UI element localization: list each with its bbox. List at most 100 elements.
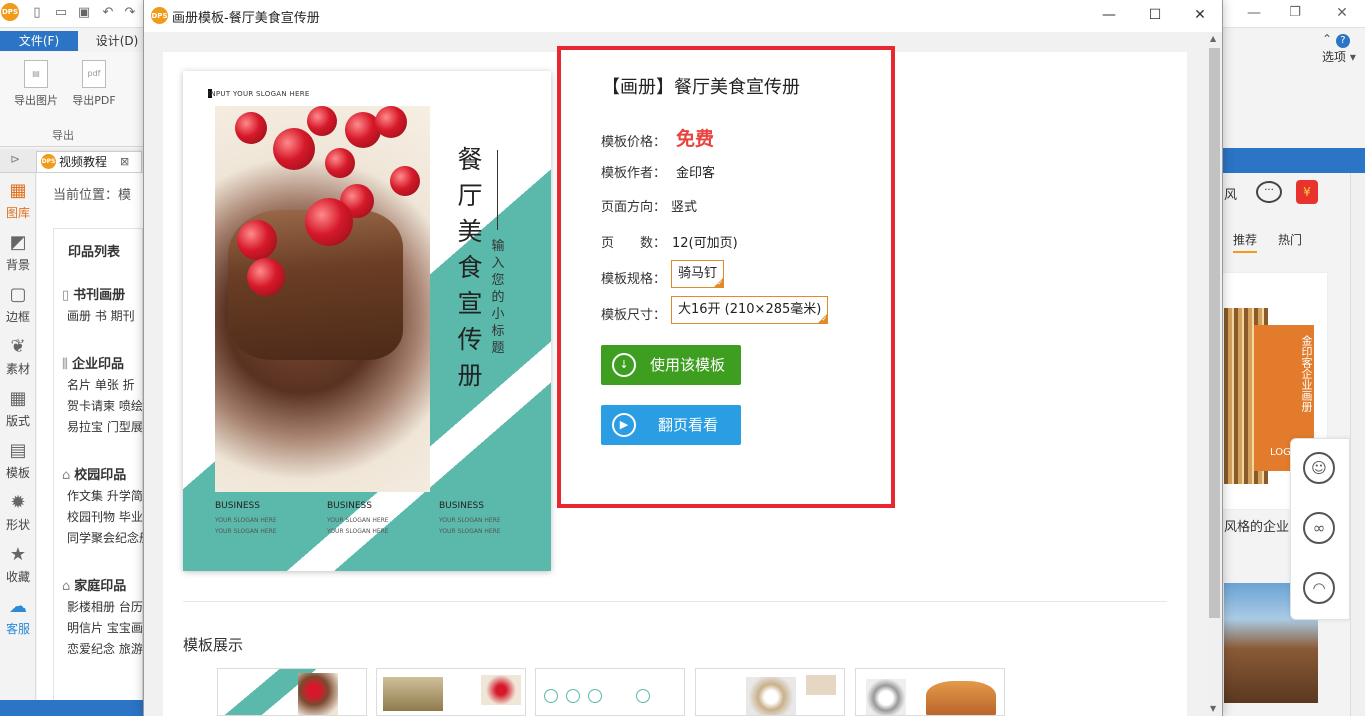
options-label: 选项 xyxy=(1322,50,1347,64)
business-title: BUSINESS xyxy=(439,501,484,511)
category-links[interactable]: 作文集 升学简 xyxy=(67,486,143,507)
tab-video-tutorial[interactable]: DPS 视频教程 ⊠ xyxy=(36,151,142,172)
category-links[interactable]: 同学聚会纪念册 xyxy=(67,528,143,549)
category-heading[interactable]: ⌂ 校园印品 xyxy=(62,464,126,483)
thumbnail-caption: 风格的企业 xyxy=(1224,520,1290,535)
showcase-page-2[interactable] xyxy=(376,668,526,716)
help-icon[interactable]: ? xyxy=(1335,34,1350,48)
business-line: YOUR SLOGAN HERE xyxy=(439,528,501,535)
options-menu[interactable]: ⌃ ? 选项 ▾ xyxy=(1322,32,1365,65)
menu-design[interactable]: 设计(D) xyxy=(86,31,148,51)
tab-hot[interactable]: 热门 xyxy=(1278,231,1302,248)
undo-icon[interactable]: ↶ xyxy=(99,4,117,22)
export-pdf-label: 导出PDF xyxy=(72,94,116,107)
export-pdf-button[interactable]: pdf 导出PDF xyxy=(66,60,122,112)
headset-icon[interactable]: ◠ xyxy=(1303,572,1335,604)
scroll-up-icon[interactable]: ▲ xyxy=(1210,34,1216,43)
nav-item-label: 图库 xyxy=(5,206,30,220)
size-option[interactable]: 大16开 (210×285毫米) ✓ xyxy=(671,296,829,324)
business-line: YOUR SLOGAN HERE xyxy=(215,517,277,524)
nav-item-label: 素材 xyxy=(5,362,30,376)
nav-item-template[interactable]: ▤ 模板 xyxy=(0,436,36,488)
nav-item-gallery[interactable]: ▦ 图库 xyxy=(0,176,36,228)
category-heading[interactable]: ▯ 书刊画册 xyxy=(62,284,125,303)
menu-file[interactable]: 文件(F) xyxy=(0,31,78,51)
business-block-1: BUSINESS YOUR SLOGAN HERE YOUR SLOGAN HE… xyxy=(215,499,277,537)
category-links[interactable]: 画册 书 期刊 xyxy=(67,306,143,327)
category-links[interactable]: 易拉宝 门型展 xyxy=(67,417,143,438)
panel-toggle-icon[interactable]: ⊳ xyxy=(10,152,20,166)
right-scrollbar[interactable] xyxy=(1350,173,1365,716)
maximize-button[interactable]: ☐ xyxy=(1132,0,1178,30)
collapse-icon[interactable]: ⌃ xyxy=(1322,32,1332,46)
dialog-title: 画册模板-餐厅美食宣传册 xyxy=(172,11,320,26)
category-links[interactable]: 名片 单张 折 xyxy=(67,375,143,396)
wechat-icon[interactable]: ∞ xyxy=(1303,512,1335,544)
size-value: 大16开 (210×285毫米) xyxy=(678,302,822,317)
scrollbar-thumb[interactable] xyxy=(1209,48,1220,618)
pages-value: 12(可加页) xyxy=(672,236,738,251)
showcase-page-3[interactable] xyxy=(535,668,685,716)
nav-item-label: 客服 xyxy=(5,622,30,636)
nav-item-label: 边框 xyxy=(5,310,30,324)
category-title: 书刊画册 xyxy=(73,288,126,303)
open-folder-icon[interactable]: ▭ xyxy=(52,4,70,22)
showcase-page-5[interactable] xyxy=(855,668,1005,716)
nav-item-border[interactable]: ▢ 边框 xyxy=(0,280,36,332)
tab-recommend[interactable]: 推荐 xyxy=(1233,231,1258,253)
minimize-button[interactable]: — xyxy=(1086,0,1132,30)
redo-icon[interactable]: ↷ xyxy=(121,4,139,22)
restore-bg-icon[interactable]: ❐ xyxy=(1286,4,1304,22)
shape-icon: ✹ xyxy=(10,492,26,513)
section-divider xyxy=(183,601,1167,602)
use-template-label: 使用该模板 xyxy=(650,356,726,374)
showcase-page-1[interactable] xyxy=(217,668,367,716)
category-heading[interactable]: ⫼ 企业印品 xyxy=(62,353,124,372)
category-links[interactable]: 贺卡请柬 喷绘 xyxy=(67,396,143,417)
category-heading[interactable]: ⌂ 家庭印品 xyxy=(62,575,126,594)
nav-item-label: 背景 xyxy=(5,258,30,272)
pdf-file-icon: pdf xyxy=(82,60,106,88)
chat-icon: ☁ xyxy=(9,596,27,617)
close-button[interactable]: ✕ xyxy=(1177,0,1223,30)
binding-option[interactable]: 骑马钉 ✓ xyxy=(671,260,725,288)
cover-title-vertical: 餐厅美食宣传册 xyxy=(457,145,483,390)
business-line: YOUR SLOGAN HERE xyxy=(215,528,277,535)
nav-item-material[interactable]: ❦ 素材 xyxy=(0,332,36,384)
business-line: YOUR SLOGAN HERE xyxy=(327,528,389,535)
minimize-bg-icon[interactable]: — xyxy=(1245,4,1263,22)
app-logo-icon[interactable]: DPS xyxy=(1,3,19,21)
category-links[interactable]: 校园刊物 毕业 xyxy=(67,507,143,528)
nav-item-label: 版式 xyxy=(5,414,30,428)
showcase-title: 模板展示 xyxy=(183,636,244,654)
pages-label: 页 数： xyxy=(601,236,667,251)
nav-item-background[interactable]: ◩ 背景 xyxy=(0,228,36,280)
cover-title-rule xyxy=(497,150,498,230)
tab-close-icon[interactable]: ⊠ xyxy=(120,152,129,172)
message-icon[interactable]: ··· xyxy=(1256,181,1282,203)
nav-item-star[interactable]: ★ 收藏 xyxy=(0,540,36,592)
category-links[interactable]: 恋爱纪念 旅游 xyxy=(67,639,143,660)
new-file-icon[interactable]: ▯ xyxy=(28,4,46,22)
red-envelope-icon[interactable]: ¥ xyxy=(1296,180,1318,204)
author-value: 金印客 xyxy=(676,166,716,181)
price-label: 模板价格： xyxy=(601,135,667,150)
category-links[interactable]: 明信片 宝宝画 xyxy=(67,618,143,639)
nav-item-chat[interactable]: ☁ 客服 xyxy=(0,592,36,644)
book-icon: ▯ xyxy=(62,288,70,303)
category-links[interactable]: 影楼相册 台历 xyxy=(67,597,143,618)
nav-item-shape[interactable]: ✹ 形状 xyxy=(0,488,36,540)
nav-item-layout[interactable]: ▦ 版式 xyxy=(0,384,36,436)
use-template-button[interactable]: ↓ 使用该模板 xyxy=(601,345,741,385)
close-bg-icon[interactable]: ✕ xyxy=(1333,4,1351,22)
business-line: YOUR SLOGAN HERE xyxy=(327,517,389,524)
template-title: 【画册】餐厅美食宣传册 xyxy=(602,77,800,98)
chevron-down-icon: ▾ xyxy=(1349,50,1356,64)
export-image-button[interactable]: ▤ 导出图片 xyxy=(8,60,64,112)
company-icon: ⫼ xyxy=(62,357,68,372)
flip-preview-button[interactable]: ▶ 翻页看看 xyxy=(601,405,741,445)
save-icon[interactable]: ▣ xyxy=(75,4,93,22)
scroll-down-icon[interactable]: ▼ xyxy=(1210,704,1216,713)
showcase-page-4[interactable] xyxy=(695,668,845,716)
qq-icon[interactable]: ☺ xyxy=(1303,452,1335,484)
